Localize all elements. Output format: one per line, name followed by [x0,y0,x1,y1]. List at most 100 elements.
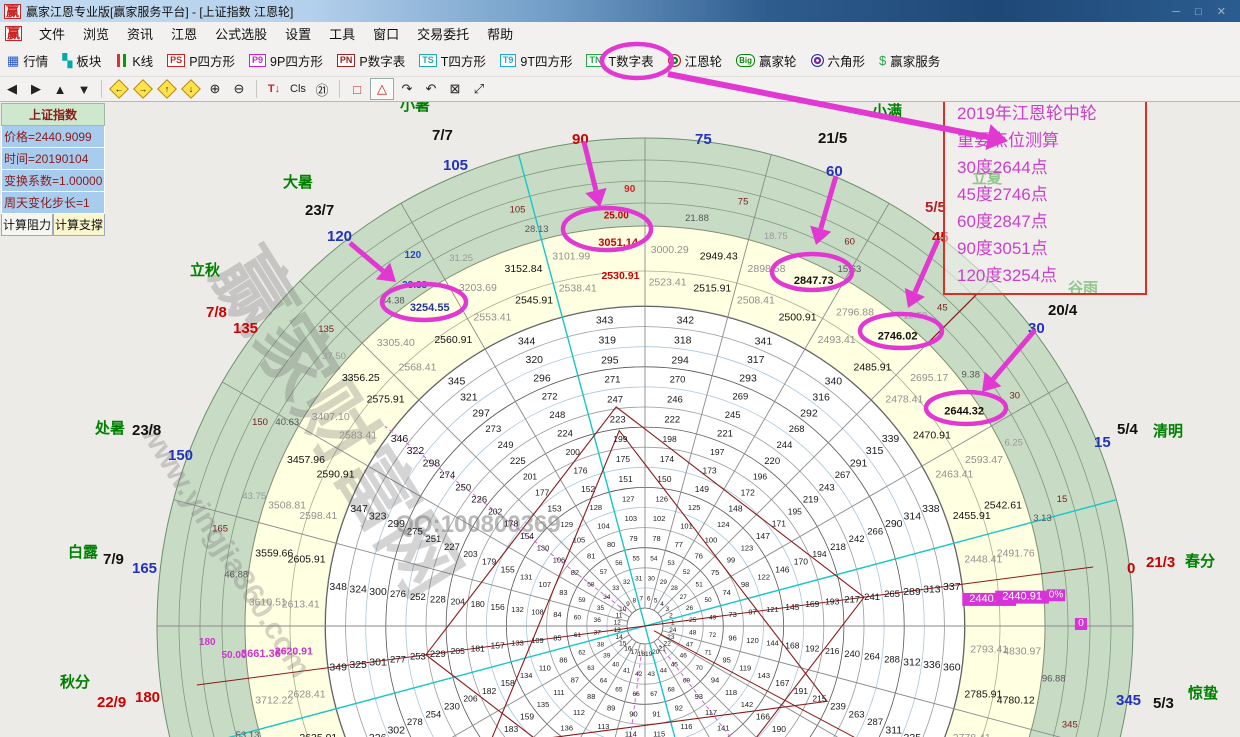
svg-text:79: 79 [629,534,637,543]
nav-right-icon[interactable]: ▶ [25,79,47,99]
svg-text:2553.41: 2553.41 [473,312,511,324]
calc-resistance-button[interactable]: 计算阻力 [1,214,53,236]
pan-right-icon[interactable]: → [132,79,154,99]
cls-button[interactable]: Cls [287,79,309,99]
toolbar-button-T数字表[interactable]: TNT数字表 [579,48,660,73]
rotate-ccw-icon[interactable]: ↶ [420,79,442,99]
toolbar-button-9T四方形[interactable]: T99T四方形 [493,48,580,73]
svg-text:198: 198 [663,434,677,444]
svg-text:128: 128 [590,503,603,512]
toolbar-button-P数字表[interactable]: PNP数字表 [330,48,412,73]
svg-text:135: 135 [233,320,258,337]
svg-text:2463.41: 2463.41 [935,468,973,480]
rotate-cw-icon[interactable]: ↷ [396,79,418,99]
calc-support-button[interactable]: 计算支撑 [53,214,105,236]
menu-item-0[interactable]: 文件 [30,22,74,45]
menu-item-9[interactable]: 帮助 [478,22,522,45]
svg-text:3000.29: 3000.29 [651,244,689,256]
toolbar-button-K线[interactable]: K线 [108,48,160,73]
menu-item-2[interactable]: 资讯 [118,22,162,45]
triangle-tool-icon[interactable]: △ [370,78,394,100]
svg-text:0: 0 [1078,618,1084,629]
zoom-out-icon[interactable]: ⊖ [228,79,250,99]
svg-text:31.25: 31.25 [449,253,473,264]
svg-text:242: 242 [849,534,865,545]
svg-text:84: 84 [553,610,561,619]
toolbar-button-江恩轮[interactable]: 江恩轮 [661,48,730,73]
menu-item-3[interactable]: 江恩 [162,22,206,45]
svg-text:289: 289 [903,586,921,598]
svg-text:290: 290 [885,518,903,530]
svg-text:264: 264 [864,652,880,663]
svg-text:8: 8 [632,597,636,604]
window-controls[interactable]: ─ □ ✕ [1172,5,1232,18]
fit-icon[interactable]: ⤢ [468,79,490,99]
svg-text:99: 99 [727,556,735,565]
menu-item-4[interactable]: 公式选股 [206,22,276,45]
svg-text:7/9: 7/9 [103,551,124,568]
svg-text:1: 1 [671,620,675,627]
svg-text:9: 9 [626,601,630,608]
svg-text:123: 123 [741,543,754,552]
toolbar-button-9P四方形[interactable]: P99P四方形 [242,48,330,73]
svg-text:22: 22 [664,640,672,647]
svg-text:104: 104 [597,522,610,531]
svg-text:83: 83 [559,588,567,597]
svg-text:345: 345 [1116,692,1141,709]
svg-text:95: 95 [722,656,730,665]
svg-text:75: 75 [695,131,712,148]
svg-text:50: 50 [704,597,712,604]
svg-text:267: 267 [835,470,851,481]
toolbar-button-赢家服务[interactable]: $赢家服务 [872,48,947,73]
toolbar-button-六角形[interactable]: 六角形 [804,48,873,73]
svg-text:90: 90 [572,131,589,148]
svg-text:221: 221 [717,429,733,440]
svg-text:2613.41: 2613.41 [282,598,320,610]
pan-left-icon[interactable]: ← [108,79,130,99]
svg-text:52: 52 [683,569,691,576]
svg-text:75: 75 [738,197,749,208]
svg-text:35: 35 [597,605,605,612]
svg-text:165: 165 [212,523,228,534]
pan-up-icon[interactable]: ↑ [156,79,178,99]
menu-item-7[interactable]: 窗口 [364,22,408,45]
svg-text:4780.12: 4780.12 [997,695,1035,707]
sort-icon[interactable]: T↓ [263,79,285,99]
menu-item-1[interactable]: 浏览 [74,22,118,45]
svg-text:90: 90 [629,709,637,718]
svg-text:191: 191 [794,686,808,696]
svg-text:处暑: 处暑 [94,419,125,437]
menu-item-5[interactable]: 设置 [276,22,320,45]
toolbar-button-T四方形[interactable]: TST四方形 [412,48,493,73]
nav-down-icon[interactable]: ▼ [73,79,95,99]
svg-text:173: 173 [702,465,716,475]
menu-item-8[interactable]: 交易委托 [408,22,478,45]
toolbar-button-赢家轮[interactable]: Big赢家轮 [729,48,803,73]
toolbar-button-板块[interactable]: ▚板块 [55,48,108,73]
toolbar-button-行情[interactable]: ▦行情 [0,48,55,73]
svg-text:2575.91: 2575.91 [367,394,405,406]
svg-text:345: 345 [448,376,466,388]
svg-text:295: 295 [601,354,619,366]
svg-text:春分: 春分 [1185,552,1215,570]
menu-item-6[interactable]: 工具 [320,22,364,45]
svg-text:177: 177 [535,487,549,497]
box-x-icon[interactable]: ⊠ [444,79,466,99]
zoom-in-icon[interactable]: ⊕ [204,79,226,99]
svg-text:340: 340 [825,376,843,388]
nav-left-icon[interactable]: ◀ [1,79,23,99]
square-tool-icon[interactable]: □ [346,79,368,99]
svg-text:199: 199 [613,434,627,444]
calendar-icon[interactable]: ㉑ [311,79,333,99]
svg-text:294: 294 [671,354,689,366]
svg-text:12.50: 12.50 [903,311,927,322]
toolbar-button-P四方形[interactable]: PSP四方形 [160,48,242,73]
svg-text:246: 246 [667,395,683,406]
svg-text:109: 109 [531,636,544,645]
svg-text:89: 89 [607,703,615,712]
nav-up-icon[interactable]: ▲ [49,79,71,99]
svg-text:3152.84: 3152.84 [505,263,543,275]
svg-text:342: 342 [677,314,695,326]
svg-text:193: 193 [825,597,839,607]
pan-down-icon[interactable]: ↓ [180,79,202,99]
